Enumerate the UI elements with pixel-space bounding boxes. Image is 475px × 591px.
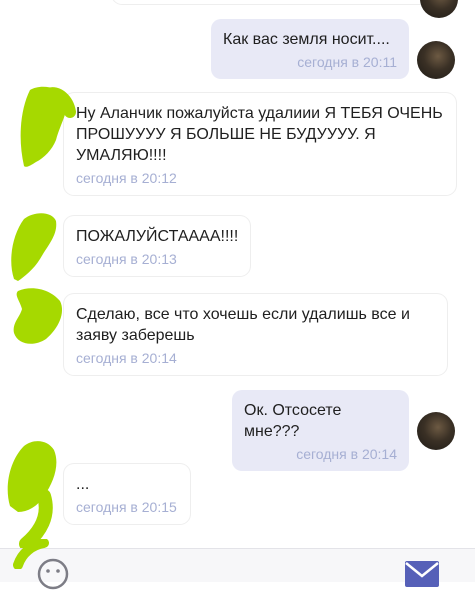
message-timestamp: сегодня в 20:15 <box>76 499 177 515</box>
message-timestamp: сегодня в 20:13 <box>76 251 177 267</box>
message-timestamp: сегодня в 20:12 <box>76 170 177 186</box>
redaction-scribble <box>13 539 49 569</box>
sender-avatar[interactable] <box>420 0 458 18</box>
redaction-scribble <box>20 86 76 167</box>
sender-avatar[interactable] <box>417 412 455 450</box>
message-bubble-incoming[interactable]: Сделаю, все что хочешь если удалишь все … <box>64 294 447 375</box>
message-timestamp: сегодня в 20:11 <box>297 54 397 70</box>
sender-avatar[interactable] <box>417 41 455 79</box>
send-mail-icon[interactable] <box>404 560 440 590</box>
message-bubble-outgoing[interactable]: Как вас земля носит.... сегодня в 20:11 <box>211 19 409 79</box>
redaction-scribble <box>11 213 57 281</box>
message-bubble-incoming[interactable]: ПОЖАЛУЙСТАААА!!!! сегодня в 20:13 <box>64 216 250 276</box>
redaction-scribble <box>13 288 63 344</box>
message-text: ... <box>76 476 90 493</box>
message-input-bar <box>0 539 475 590</box>
message-text: Как вас земля носит.... <box>223 31 390 48</box>
message-text: Ок. Отсосете мне??? <box>244 402 342 440</box>
message-text: Ну Аланчик пожалуйста удалиии Я ТЕБЯ ОЧЕ… <box>76 105 443 164</box>
message-bubble-outgoing[interactable]: Ок. Отсосете мне??? сегодня в 20:14 <box>232 390 409 471</box>
partial-message-bubble <box>112 0 452 4</box>
message-timestamp: сегодня в 20:14 <box>296 446 397 462</box>
message-timestamp: сегодня в 20:14 <box>76 350 177 366</box>
redaction-scribble <box>7 441 57 548</box>
message-text: Сделаю, все что хочешь если удалишь все … <box>76 306 410 344</box>
message-bubble-incoming[interactable]: Ну Аланчик пожалуйста удалиии Я ТЕБЯ ОЧЕ… <box>64 93 456 195</box>
message-list: Как вас земля носит.... сегодня в 20:11 … <box>0 0 475 548</box>
message-text: ПОЖАЛУЙСТАААА!!!! <box>76 228 239 245</box>
message-bubble-incoming[interactable]: ... сегодня в 20:15 <box>64 464 190 524</box>
